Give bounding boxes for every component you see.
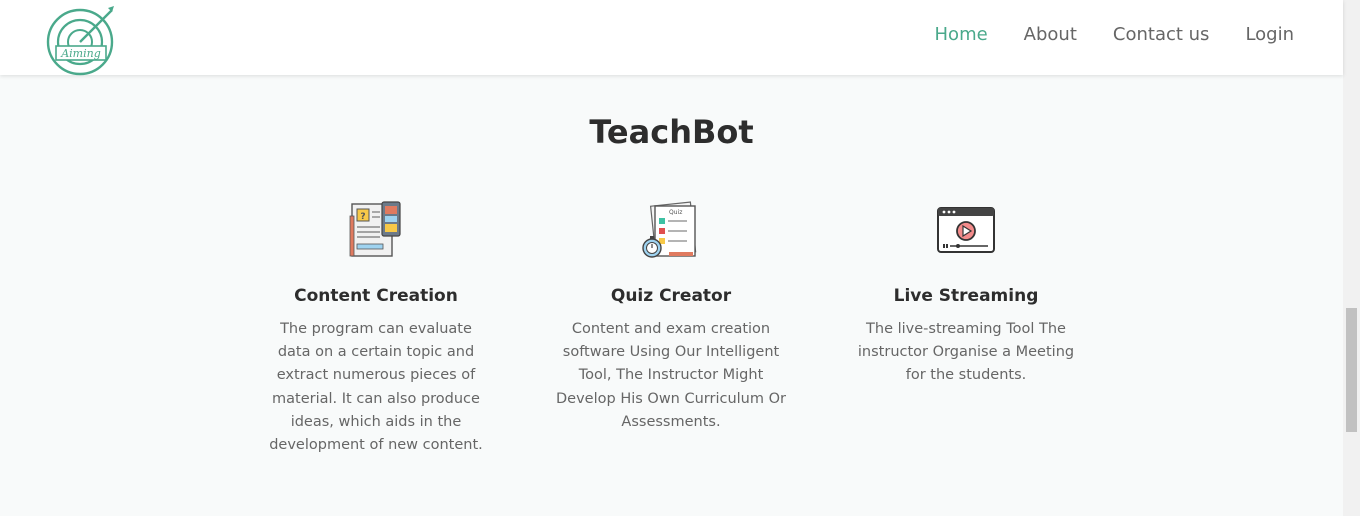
nav-contact-link[interactable]: Contact us [1113,24,1210,46]
main-nav: Home About Contact us Login [899,24,1294,46]
navbar: Aiming Home About Contact us Login [0,0,1343,76]
feature-card-content-creation: ? Content Creation The program can evalu… [256,198,496,457]
feature-description: The live-streaming Tool The instructor O… [857,321,1075,384]
feature-description: The program can evaluate data on a certa… [269,321,483,454]
video-player-icon [937,207,995,253]
feature-title: Content Creation [294,286,458,306]
logo-text: Aiming [60,47,101,60]
scrollbar-thumb[interactable] [1346,308,1357,432]
logo-target-icon[interactable]: Aiming [42,4,118,76]
scrollbar[interactable] [1343,0,1360,516]
nav-home-link[interactable]: Home [935,24,988,46]
feature-title: Live Streaming [893,286,1039,306]
svg-text:?: ? [360,212,365,222]
nav-login-link[interactable]: Login [1245,24,1294,46]
feature-card-quiz-creator: Quiz Quiz Creator Content and exam creat… [551,198,791,434]
content-document-icon: ? [349,201,401,257]
svg-text:Quiz: Quiz [669,209,682,216]
feature-card-live-streaming: Live Streaming The live-streaming Tool T… [846,198,1086,388]
nav-about-link[interactable]: About [1024,24,1077,46]
feature-description: Content and exam creation software Using… [556,321,786,430]
section-title: TeachBot [589,113,754,151]
feature-title: Quiz Creator [610,286,732,306]
quiz-stopwatch-icon: Quiz [642,201,697,258]
